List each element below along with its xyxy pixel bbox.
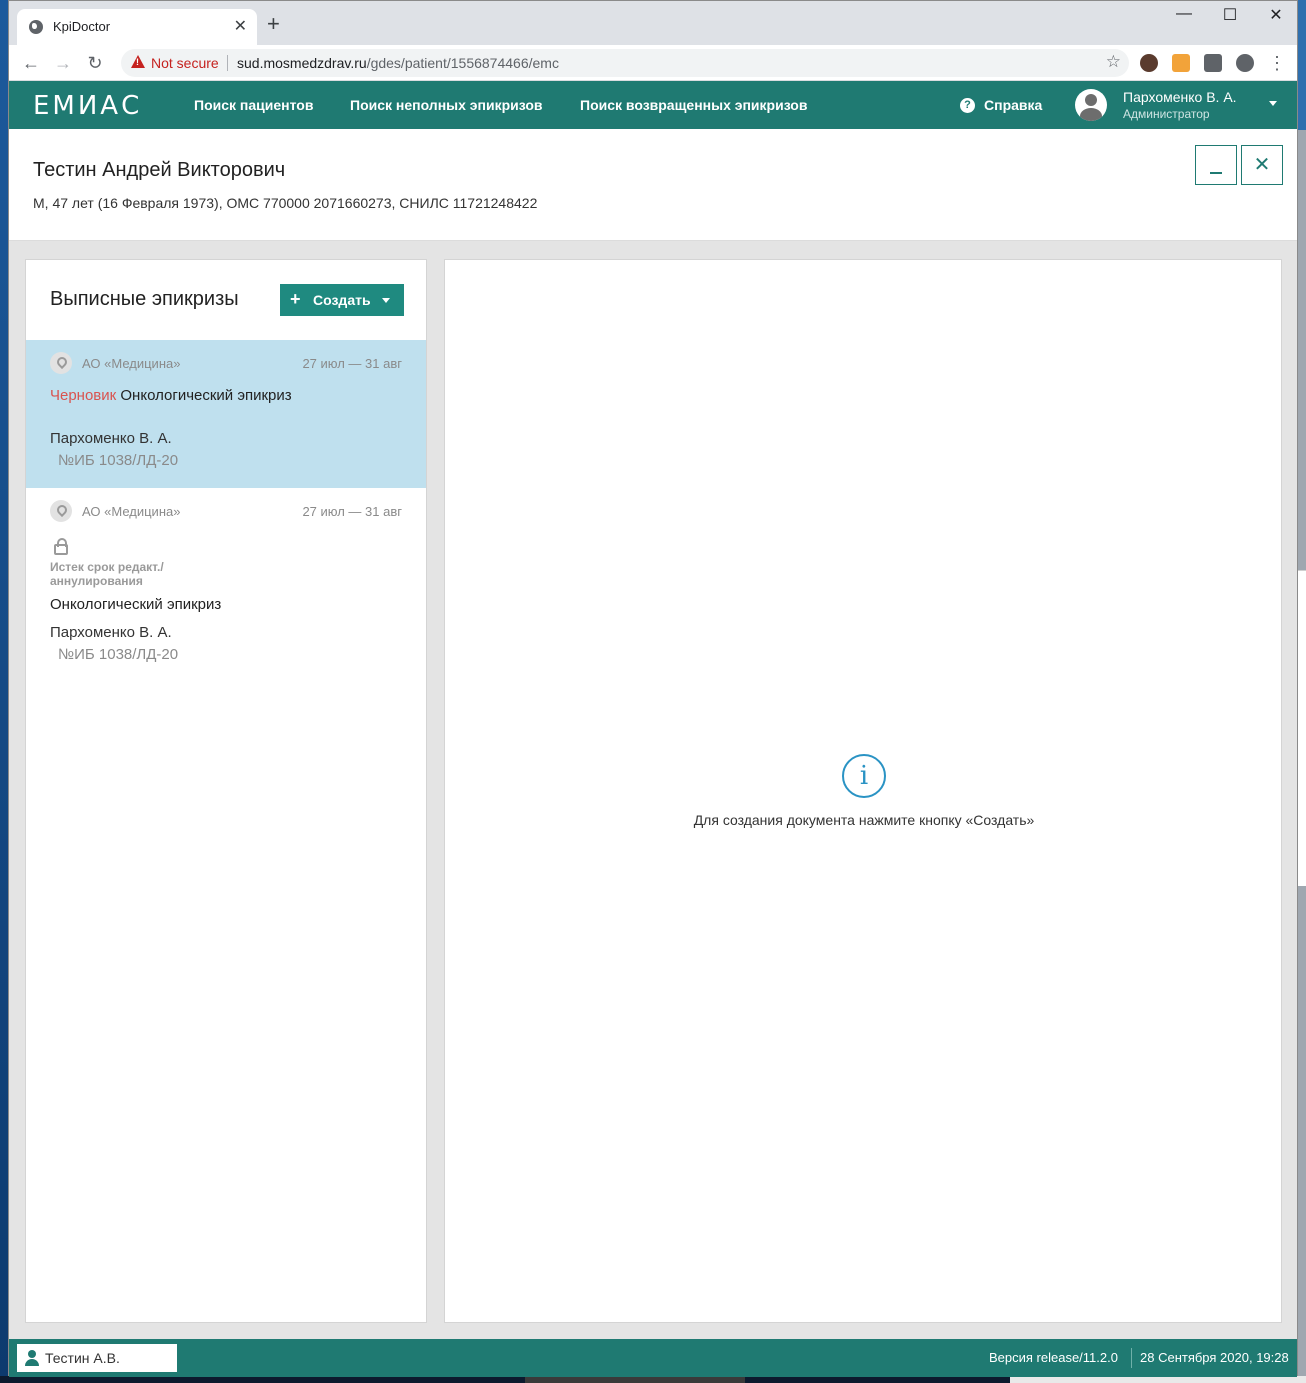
avatar-head [1085,94,1097,106]
browser-toolbar: ← → ↻ Not secure sud.mosmedzdrav.ru/gdes… [9,45,1297,81]
tab-title: KpiDoctor [53,19,111,34]
nav-search-returned-epicrises[interactable]: Поиск возвращенных эпикризов [580,97,807,113]
document-title: Онкологический эпикриз [50,596,222,613]
url-path: /gdes/patient/1556874466/emc [366,55,559,71]
globe-icon [29,20,43,34]
minimize-patient-button[interactable] [1195,145,1237,185]
url-host: sud.mosmedzdrav.ru [237,55,367,71]
browser-window: KpiDoctor ✕ + — ☐ ✕ ← → ↻ Not secure sud… [8,0,1298,1377]
address-separator [227,55,228,71]
new-tab-button[interactable]: + [267,13,280,35]
forward-arrow-icon[interactable]: → [51,51,75,75]
draft-status: Черновик [50,387,117,404]
create-button[interactable]: + Создать [280,284,404,316]
lock-icon [54,538,68,555]
patient-info: М, 47 лет (16 Февраля 1973), ОМС 770000 … [33,195,538,211]
main-content: Выписные эпикризы + Создать АО «Медицина… [9,241,1297,1339]
document-ib-number: №ИБ 1038/ЛД-20 [58,646,179,663]
user-role: Администратор [1123,107,1210,121]
nav-search-patients[interactable]: Поиск пациентов [194,97,313,113]
window-minimize-button[interactable]: — [1161,5,1207,23]
taskbar-segment-light [1010,1376,1306,1383]
taskbar-segment [525,1376,745,1383]
status-footer: Тестин А.В. Версия release/11.2.0 28 Сен… [9,1339,1297,1377]
document-dates: 27 июл — 31 авг [302,356,402,371]
desktop-background-strip [0,0,8,1383]
taskbar-strip [0,1376,1306,1383]
document-view-panel: i Для создания документа нажмите кнопку … [444,259,1282,1323]
help-icon[interactable]: ? [960,98,975,113]
acrobat-extension-icon[interactable] [1172,54,1190,72]
puzzle-extensions-icon[interactable] [1204,54,1222,72]
patient-chip[interactable]: Тестин А.В. [17,1344,177,1372]
version-label: Версия release/11.2.0 [989,1350,1118,1365]
document-title: Черновик Онкологический эпикриз [50,388,310,404]
datetime-label: 28 Сентября 2020, 19:28 [1140,1350,1289,1365]
create-button-label: Создать [313,292,371,308]
profile-icon[interactable] [1236,54,1254,72]
epicrisis-list-panel: Выписные эпикризы + Создать АО «Медицина… [25,259,427,1323]
background-window-panel [1298,570,1306,886]
patient-header: Тестин Андрей Викторович М, 47 лет (16 Ф… [9,129,1297,241]
chevron-down-icon [382,298,390,303]
document-card[interactable]: АО «Медицина» 27 июл — 31 авг Истек срок… [26,488,426,674]
minimize-icon [1210,172,1222,174]
window-close-button[interactable]: ✕ [1253,5,1299,25]
document-ib-number: №ИБ 1038/ЛД-20 [58,452,179,469]
url-text[interactable]: sud.mosmedzdrav.ru/gdes/patient/15568744… [237,55,559,71]
footer-separator [1131,1348,1132,1368]
location-pin-icon [50,352,72,374]
tab-bar: KpiDoctor ✕ + — ☐ ✕ [9,1,1297,45]
nav-search-incomplete-epicrises[interactable]: Поиск неполных эпикризов [350,97,543,113]
document-dates: 27 июл — 31 авг [302,504,402,519]
emias-logo[interactable]: ЕМИАС [33,91,142,121]
warning-icon [131,55,145,68]
user-name[interactable]: Пархоменко В. А. [1123,89,1237,105]
window-maximize-button[interactable]: ☐ [1207,5,1253,25]
plus-icon: + [290,289,301,309]
address-bar[interactable]: Not secure sud.mosmedzdrav.ru/gdes/patie… [121,49,1129,77]
patient-name: Тестин Андрей Викторович [33,159,286,181]
location-pin-icon [50,500,72,522]
info-icon: i [842,754,886,798]
avatar[interactable] [1075,89,1107,121]
lock-note: Истек срок редакт./ аннулирования [50,560,164,588]
browser-tab[interactable]: KpiDoctor ✕ [17,9,257,45]
background-window-top [1298,0,1306,130]
patient-chip-label: Тестин А.В. [45,1350,120,1366]
document-org: АО «Медицина» [82,504,181,519]
empty-state-message: Для создания документа нажмите кнопку «С… [693,812,1035,828]
reload-icon[interactable]: ↻ [83,51,107,75]
close-patient-button[interactable]: ✕ [1241,145,1283,185]
background-window-strip [1298,0,1306,1383]
person-icon [25,1350,39,1366]
bookmark-star-icon[interactable]: ☆ [1106,52,1121,72]
avatar-body [1080,108,1102,121]
panel-title: Выписные эпикризы [50,288,239,310]
browser-menu-icon[interactable]: ⋮ [1265,51,1289,75]
document-org: АО «Медицина» [82,356,181,371]
back-arrow-icon[interactable]: ← [19,51,43,75]
document-author: Пархоменко В. А. [50,430,172,447]
app-header: ЕМИАС Поиск пациентов Поиск неполных эпи… [9,81,1297,129]
chevron-down-icon[interactable] [1269,101,1277,106]
help-link[interactable]: Справка [984,97,1042,113]
security-label[interactable]: Not secure [151,55,219,71]
tab-close-icon[interactable]: ✕ [234,16,247,36]
document-card-selected[interactable]: АО «Медицина» 27 июл — 31 авг Черновик О… [26,340,426,488]
document-author: Пархоменко В. А. [50,624,172,641]
document-title-text: Онкологический эпикриз [120,387,292,404]
extension-icon[interactable] [1140,54,1158,72]
